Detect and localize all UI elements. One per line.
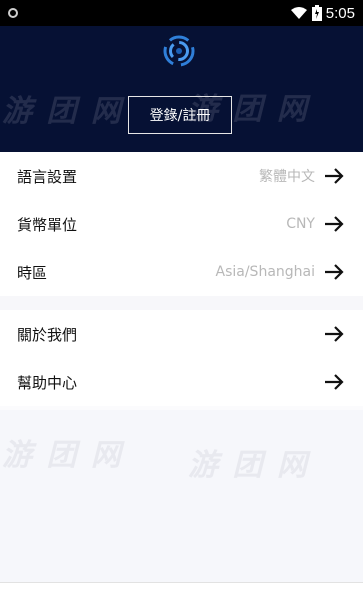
ring-logo-icon — [162, 34, 196, 68]
menu-item-label: 時區 — [17, 263, 48, 282]
menu-item-label: 關於我們 — [17, 325, 78, 344]
watermark-text: 游 团 网 — [2, 94, 123, 129]
shield-icon — [8, 8, 18, 18]
menu-item-about-us[interactable]: 關於我們 — [0, 310, 363, 358]
watermark-text: 游 团 网 — [2, 438, 123, 473]
menu-item-value: 繁體中文 — [259, 169, 315, 185]
menu-item-timezone[interactable]: 時區 Asia/Shanghai — [0, 248, 363, 296]
menu-group-info: 關於我們 幫助中心 — [0, 310, 363, 406]
status-time: 5:05 — [325, 4, 355, 22]
menu-item-label: 語言設置 — [17, 167, 78, 186]
battery-icon — [311, 5, 322, 21]
empty-area: 游 团 网 游 团 网 — [0, 410, 363, 583]
menu-item-value: Asia/Shanghai — [215, 264, 316, 280]
menu-item-help-center[interactable]: 幫助中心 — [0, 358, 363, 406]
login-register-button[interactable]: 登錄/註冊 — [128, 96, 232, 134]
menu-divider — [0, 296, 363, 310]
arrow-right-icon — [323, 167, 345, 185]
status-right: 5:05 — [290, 5, 355, 22]
menu-group-preferences: 語言設置 繁體中文 貨幣單位 CNY 時區 Asia/Shanghai — [0, 152, 363, 296]
arrow-right-icon — [323, 373, 345, 391]
watermark-text: 游 团 网 — [188, 448, 309, 483]
settings-menu: 語言設置 繁體中文 貨幣單位 CNY 時區 Asia/Shanghai 關於我們… — [0, 152, 363, 406]
settings-screen: 5:05 游 团 网 游 团 网 登錄/註冊 語言設置 繁體中文 貨幣單位 CN… — [0, 0, 363, 593]
menu-item-currency[interactable]: 貨幣單位 CNY — [0, 200, 363, 248]
arrow-right-icon — [323, 263, 345, 281]
bottom-nav-edge — [0, 582, 363, 593]
arrow-right-icon — [323, 325, 345, 343]
menu-item-label: 幫助中心 — [17, 373, 78, 392]
account-header: 游 团 网 游 团 网 登錄/註冊 — [0, 26, 363, 152]
status-left — [8, 8, 18, 18]
menu-item-language[interactable]: 語言設置 繁體中文 — [0, 152, 363, 200]
menu-item-value: CNY — [286, 216, 315, 232]
wifi-icon — [290, 7, 307, 19]
arrow-right-icon — [323, 215, 345, 233]
status-bar: 5:05 — [0, 0, 363, 26]
menu-item-label: 貨幣單位 — [17, 215, 78, 234]
